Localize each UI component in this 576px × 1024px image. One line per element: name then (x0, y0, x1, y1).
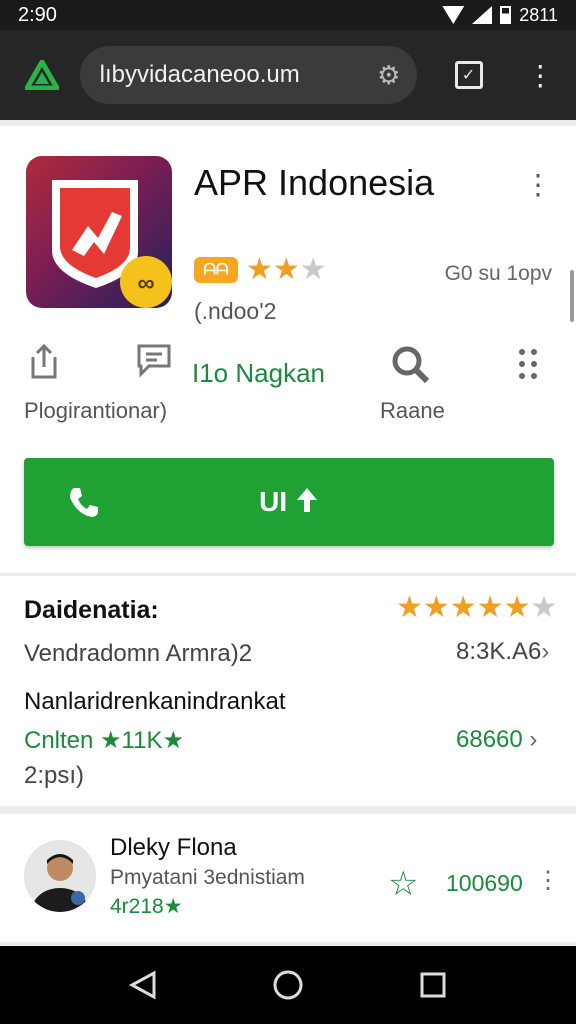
comment-icon[interactable] (134, 340, 174, 380)
stars-filled: ★★ (246, 253, 300, 286)
reviewer-rating: 4r218★ (110, 895, 183, 918)
details-row2-value-text: 68660 (456, 726, 523, 753)
details-row1-value-text: 8:3K.A6 (456, 638, 542, 665)
action-right-label: Raane (380, 398, 445, 423)
app-rating: ᗩᗩ ★★★ (194, 252, 327, 287)
back-nav-icon[interactable] (123, 965, 163, 1005)
status-icons: 2811 (442, 5, 558, 26)
avatar[interactable] (24, 840, 96, 912)
reviewer-subtitle: Pmyatani 3ednistiam (110, 866, 305, 889)
download-count: G0 su 1opv (444, 262, 552, 285)
details-row2-green[interactable]: Cnlten ★11K★ (24, 726, 184, 755)
wifi-icon (442, 6, 465, 24)
overflow-menu-icon[interactable]: ⋮ (536, 866, 560, 895)
details-row2-title: Nanlaridrenkanindrankat (24, 688, 286, 715)
address-bar[interactable]: lıbyvidacaneoo.um ⚙ (79, 46, 417, 104)
details-title: Daidenatia: (24, 596, 159, 624)
details-star-empty: ★ (530, 591, 558, 624)
url-text[interactable]: lıbyvidacaneoo.um (100, 61, 375, 89)
details-row2-sub: 2:psı) (24, 762, 85, 789)
battery-icon (500, 6, 512, 24)
star-outline-icon[interactable]: ☆ (388, 864, 418, 904)
signal-icon (472, 6, 493, 24)
app-header-card: ∞ APR Indonesia ⋮ ᗩᗩ ★★★ G0 su 1opv (.nd… (0, 126, 576, 573)
primary-action-label: UI (24, 486, 554, 521)
app-logo-icon[interactable] (22, 55, 62, 95)
system-nav-bar (0, 946, 576, 1024)
app-icon[interactable]: ∞ (26, 156, 172, 308)
status-right-text: 2811 (519, 4, 558, 25)
page-content: ∞ APR Indonesia ⋮ ᗩᗩ ★★★ G0 su 1opv (.nd… (0, 120, 576, 946)
home-nav-icon[interactable] (268, 965, 308, 1005)
details-row1-value[interactable]: 8:3K.A6› (456, 638, 549, 666)
details-row1-label: Vendradomn Armra)2 (24, 640, 253, 667)
tab-switcher-icon: ✓ (454, 61, 483, 89)
overflow-menu-icon[interactable]: ⋮ (524, 164, 552, 204)
action-left-label: Plogirantionar) (24, 398, 168, 423)
svg-text:∞: ∞ (137, 270, 154, 297)
upload-icon (295, 486, 319, 521)
primary-action-text: UI (259, 486, 288, 517)
browser-toolbar: lıbyvidacaneoo.um ⚙ ✓ ⋮ (0, 30, 576, 120)
app-subtitle: (.ndoo'2 (194, 298, 277, 324)
developer-link[interactable]: I1o Nagkan (192, 358, 325, 389)
status-bar: 2:90 2811 (0, 0, 576, 30)
chevron-right-icon: › (541, 638, 550, 665)
recents-nav-icon[interactable] (413, 965, 453, 1005)
details-card: Daidenatia: ★★★★★★ Vendradomn Armra)2 8:… (0, 576, 576, 806)
app-title: APR Indonesia (194, 162, 435, 203)
status-time: 2:90 (18, 3, 57, 26)
overflow-menu-icon[interactable]: ⋮ (520, 55, 560, 95)
tab-switcher-button[interactable]: ✓ (449, 55, 489, 95)
search-icon[interactable] (388, 342, 432, 386)
reviewer-name: Dleky Flona (110, 834, 237, 861)
share-icon[interactable] (24, 342, 64, 382)
content-rating-badge: ᗩᗩ (194, 256, 238, 283)
primary-action-button[interactable]: UI (24, 458, 554, 546)
stars-empty: ★ (299, 253, 327, 286)
details-row2-value[interactable]: 68660 › (456, 726, 537, 754)
rating-stars: ★★★ (246, 252, 327, 287)
chevron-right-icon: › (529, 726, 538, 753)
review-count: 100690 (446, 870, 523, 896)
details-stars: ★★★★★★ (396, 590, 557, 625)
apps-grid-icon[interactable] (510, 344, 546, 384)
scrollbar[interactable] (570, 270, 574, 322)
review-card[interactable]: Dleky Flona Pmyatani 3ednistiam 4r218★ ☆… (0, 814, 576, 942)
details-stars-filled: ★★★★★ (396, 591, 531, 624)
gear-icon[interactable]: ⚙ (375, 60, 403, 90)
